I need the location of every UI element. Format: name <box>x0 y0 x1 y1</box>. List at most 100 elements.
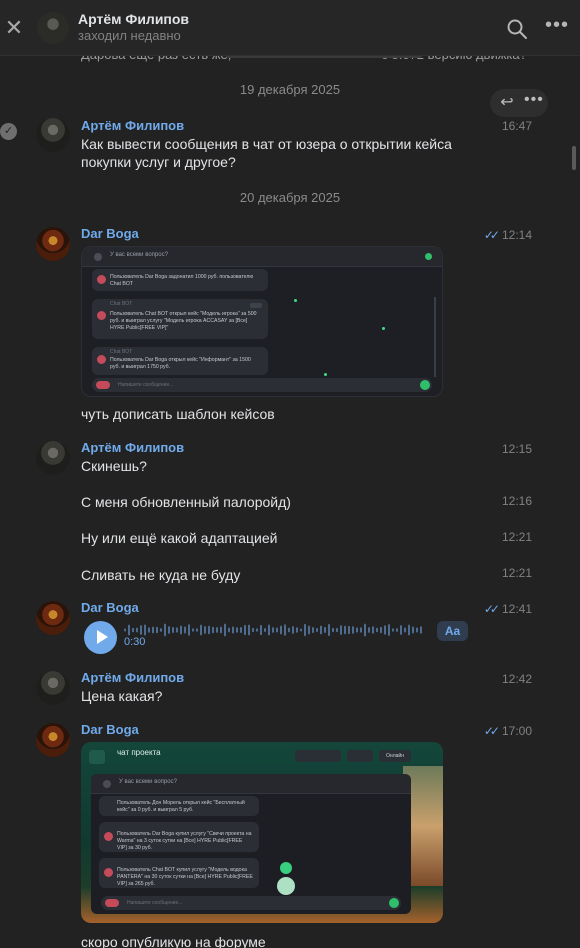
waveform-bar <box>124 628 126 632</box>
sender-name[interactable]: Артём Филипов <box>81 670 184 685</box>
message-time: ✓✓ 12:14 <box>483 228 532 242</box>
message-time: 12:42 <box>501 672 532 686</box>
waveform-bar <box>224 623 226 637</box>
waveform-bar <box>240 626 242 634</box>
message-text: Цена какая? <box>81 688 163 704</box>
transcribe-button[interactable]: Aa <box>437 621 468 641</box>
sparkle-icon <box>324 373 327 376</box>
waveform-bar <box>268 624 270 636</box>
screenshot-input: Напишите сообщение... <box>92 378 432 392</box>
screenshot-card: Chat BOT Пользователь Chat BOT открыл ке… <box>92 299 268 339</box>
image-attachment[interactable]: чат проекта Онлайн У вас всеми вопрос? П… <box>81 742 443 923</box>
online-label: Онлайн <box>379 750 411 762</box>
message-text: Как вывести сообщения в чат от юзера о о… <box>81 136 452 170</box>
contact-name[interactable]: Артём Филипов <box>78 11 189 27</box>
message-time: 12:16 <box>501 494 532 508</box>
waveform-bar <box>128 624 130 636</box>
waveform-bar <box>324 626 326 634</box>
screenshot-header: У вас всеми вопрос? <box>91 774 411 794</box>
avatar[interactable] <box>36 723 70 757</box>
avatar-icon <box>104 868 113 877</box>
sender-name[interactable]: Dar Boga <box>81 600 139 615</box>
waveform-bar <box>308 625 310 635</box>
screenshot-card-text: Пользователь Dar Boga открыл кейс "Инфор… <box>110 357 251 370</box>
waveform-bar <box>132 627 134 633</box>
message-text: Сливать не куда не буду <box>81 567 241 583</box>
screenshot-input-text: Напишите сообщение... <box>118 382 174 388</box>
scrollbar[interactable] <box>572 146 576 170</box>
waveform-bar <box>408 624 410 636</box>
waveform-bar <box>284 624 286 636</box>
waveform-bar <box>204 626 206 634</box>
waveform-bar <box>236 627 238 633</box>
waveform-bar <box>388 624 390 636</box>
waveform-bar <box>152 626 154 634</box>
screenshot-title: чат проекта <box>117 748 161 757</box>
waveform-bar <box>276 627 278 633</box>
logo-icon <box>89 750 105 764</box>
waveform-bar <box>212 626 214 634</box>
avatar[interactable] <box>36 441 70 475</box>
voice-duration: 0:30 <box>124 636 146 648</box>
sender-name[interactable]: Dar Boga <box>81 226 139 241</box>
more-icon[interactable]: ••• <box>524 91 543 111</box>
image-attachment[interactable]: У вас всеми вопрос? Пользователь Dar Bog… <box>81 246 443 397</box>
message-text: Ну или ещё какой адаптацией <box>81 530 278 546</box>
waveform-bar <box>208 625 210 635</box>
waveform-bar <box>372 626 374 634</box>
voice-play-button[interactable] <box>84 621 117 654</box>
waveform-bar <box>200 624 202 636</box>
message-text: С меня обновленный палоройд) <box>81 494 291 510</box>
waveform-bar <box>360 627 362 633</box>
screenshot-card: Пользователь Dar Boga задонатил 1000 руб… <box>92 269 268 291</box>
avatar-icon <box>104 832 113 841</box>
waveform-bar <box>416 627 418 633</box>
waveform-bar <box>352 626 354 634</box>
waveform-bar <box>412 626 414 634</box>
search-icon[interactable] <box>505 17 529 41</box>
waveform-bar <box>176 627 178 633</box>
waveform-bar <box>248 624 250 636</box>
avatar[interactable] <box>36 671 70 705</box>
screenshot-card: Пользователь Дон Морель открыл кейс "Бес… <box>99 796 259 816</box>
waveform-bar <box>260 624 262 636</box>
message-time: 12:21 <box>501 530 532 544</box>
waveform-bar <box>288 627 290 633</box>
more-icon[interactable]: ••• <box>545 15 568 39</box>
reply-icon[interactable]: ↩ <box>498 93 516 113</box>
avatar[interactable] <box>36 601 70 635</box>
screenshot-button <box>295 750 341 762</box>
waveform-bar <box>280 625 282 635</box>
waveform-bar <box>364 623 366 637</box>
chip-icon <box>105 899 119 907</box>
waveform-bar <box>336 627 338 633</box>
waveform-bar <box>420 626 422 634</box>
play-icon <box>97 630 108 644</box>
avatar[interactable] <box>36 118 70 152</box>
chip-icon <box>96 381 110 389</box>
date-separator: 20 декабря 2025 <box>239 190 341 205</box>
screenshot-header-text: У вас всеми вопрос? <box>119 779 177 785</box>
info-icon <box>103 780 111 788</box>
waveform-bar <box>292 626 294 634</box>
waveform-bar <box>304 623 306 637</box>
sender-name[interactable]: Dar Boga <box>81 722 139 737</box>
message-time: 12:21 <box>501 566 532 580</box>
screenshot-input: Напишите сообщение... <box>101 896 401 910</box>
voice-waveform[interactable] <box>124 622 424 638</box>
waveform-bar <box>404 627 406 633</box>
avatar[interactable] <box>36 227 70 261</box>
waveform-bar <box>172 627 174 633</box>
contact-avatar[interactable] <box>37 12 69 44</box>
screenshot-card-name: Chat BOT <box>110 349 133 355</box>
waveform-bar <box>396 628 398 632</box>
read-ticks-icon: ✓✓ <box>483 724 500 738</box>
sender-name[interactable]: Артём Филипов <box>81 440 184 455</box>
sparkle-icon <box>382 327 385 330</box>
waveform-bar <box>264 628 266 632</box>
sender-name[interactable]: Артём Филипов <box>81 118 184 133</box>
select-check-icon[interactable]: ✓ <box>0 123 17 140</box>
screenshot-card-name: Chat BOT <box>110 301 133 307</box>
chat-header: ✕ Артём Филипов заходил недавно ••• <box>0 0 580 56</box>
close-icon[interactable]: ✕ <box>4 14 24 42</box>
